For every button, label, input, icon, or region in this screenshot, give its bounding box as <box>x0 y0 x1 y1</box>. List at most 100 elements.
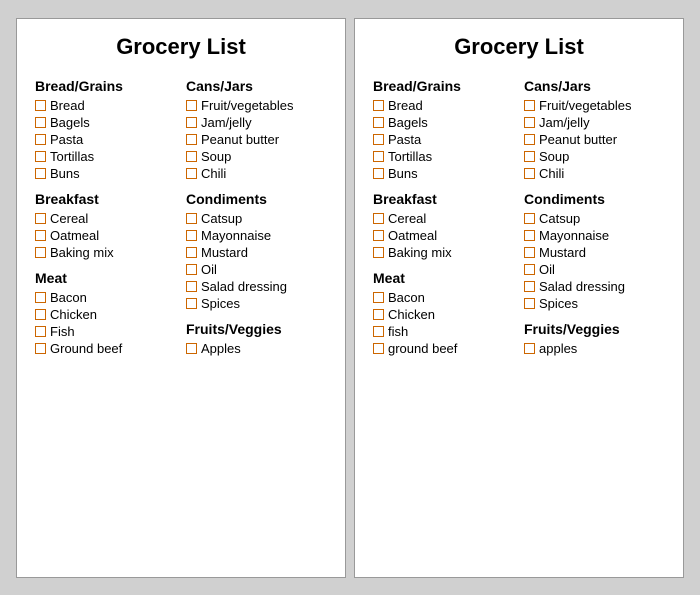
checkbox-icon[interactable] <box>524 343 535 354</box>
checkbox-icon[interactable] <box>186 168 197 179</box>
list-item[interactable]: Chicken <box>35 307 176 322</box>
checkbox-icon[interactable] <box>35 100 46 111</box>
checkbox-icon[interactable] <box>35 247 46 258</box>
list-item[interactable]: Soup <box>524 149 665 164</box>
checkbox-icon[interactable] <box>373 343 384 354</box>
list-item[interactable]: Chicken <box>373 307 514 322</box>
list-item[interactable]: Baking mix <box>373 245 514 260</box>
checkbox-icon[interactable] <box>524 213 535 224</box>
list-item[interactable]: Mustard <box>524 245 665 260</box>
checkbox-icon[interactable] <box>35 326 46 337</box>
checkbox-icon[interactable] <box>186 213 197 224</box>
list-item[interactable]: Mustard <box>186 245 327 260</box>
list-item[interactable]: Jam/jelly <box>186 115 327 130</box>
list-item[interactable]: Tortillas <box>35 149 176 164</box>
checkbox-icon[interactable] <box>186 100 197 111</box>
list-item[interactable]: Salad dressing <box>186 279 327 294</box>
checkbox-icon[interactable] <box>524 298 535 309</box>
list-item[interactable]: Oil <box>186 262 327 277</box>
list-item[interactable]: fish <box>373 324 514 339</box>
checkbox-icon[interactable] <box>373 309 384 320</box>
list-item[interactable]: Apples <box>186 341 327 356</box>
checkbox-icon[interactable] <box>524 134 535 145</box>
checkbox-icon[interactable] <box>373 247 384 258</box>
checkbox-icon[interactable] <box>35 343 46 354</box>
list-item[interactable]: Oatmeal <box>35 228 176 243</box>
list-item[interactable]: Cereal <box>373 211 514 226</box>
list-item[interactable]: Catsup <box>186 211 327 226</box>
checkbox-icon[interactable] <box>186 343 197 354</box>
list-item[interactable]: Oatmeal <box>373 228 514 243</box>
list-item[interactable]: Buns <box>373 166 514 181</box>
list-item[interactable]: Baking mix <box>35 245 176 260</box>
checkbox-icon[interactable] <box>524 247 535 258</box>
checkbox-icon[interactable] <box>186 264 197 275</box>
checkbox-icon[interactable] <box>186 298 197 309</box>
checkbox-icon[interactable] <box>35 230 46 241</box>
checkbox-icon[interactable] <box>35 151 46 162</box>
list-item[interactable]: Spices <box>186 296 327 311</box>
checkbox-icon[interactable] <box>524 100 535 111</box>
checkbox-icon[interactable] <box>373 292 384 303</box>
section-header: Breakfast <box>35 191 176 207</box>
list-item[interactable]: apples <box>524 341 665 356</box>
list-item[interactable]: Pasta <box>35 132 176 147</box>
checkbox-icon[interactable] <box>373 326 384 337</box>
checkbox-icon[interactable] <box>373 100 384 111</box>
checkbox-icon[interactable] <box>524 117 535 128</box>
list-item[interactable]: Fruit/vegetables <box>524 98 665 113</box>
list-item[interactable]: Jam/jelly <box>524 115 665 130</box>
checkbox-icon[interactable] <box>35 213 46 224</box>
list-item[interactable]: Bagels <box>373 115 514 130</box>
section-header: Cans/Jars <box>186 78 327 94</box>
list-item[interactable]: Peanut butter <box>524 132 665 147</box>
checkbox-icon[interactable] <box>35 292 46 303</box>
checkbox-icon[interactable] <box>373 151 384 162</box>
checkbox-icon[interactable] <box>373 168 384 179</box>
list-item[interactable]: Cereal <box>35 211 176 226</box>
list-item[interactable]: Pasta <box>373 132 514 147</box>
list-item[interactable]: ground beef <box>373 341 514 356</box>
checkbox-icon[interactable] <box>373 230 384 241</box>
list-item[interactable]: Bread <box>35 98 176 113</box>
list-item[interactable]: Fruit/vegetables <box>186 98 327 113</box>
list-item[interactable]: Chili <box>524 166 665 181</box>
list-item[interactable]: Mayonnaise <box>186 228 327 243</box>
checkbox-icon[interactable] <box>186 151 197 162</box>
checkbox-icon[interactable] <box>373 134 384 145</box>
list-item[interactable]: Bacon <box>373 290 514 305</box>
list-item[interactable]: Catsup <box>524 211 665 226</box>
list-item[interactable]: Spices <box>524 296 665 311</box>
list-item[interactable]: Buns <box>35 166 176 181</box>
list-item[interactable]: Salad dressing <box>524 279 665 294</box>
checkbox-icon[interactable] <box>186 230 197 241</box>
checkbox-icon[interactable] <box>524 230 535 241</box>
list-item[interactable]: Ground beef <box>35 341 176 356</box>
list-item[interactable]: Chili <box>186 166 327 181</box>
checkbox-icon[interactable] <box>524 264 535 275</box>
checkbox-icon[interactable] <box>186 134 197 145</box>
list-item[interactable]: Soup <box>186 149 327 164</box>
list-item[interactable]: Bread <box>373 98 514 113</box>
list-item[interactable]: Peanut butter <box>186 132 327 147</box>
item-label: Bagels <box>50 115 90 130</box>
checkbox-icon[interactable] <box>35 309 46 320</box>
checkbox-icon[interactable] <box>524 281 535 292</box>
checkbox-icon[interactable] <box>35 134 46 145</box>
checkbox-icon[interactable] <box>186 281 197 292</box>
item-label: Jam/jelly <box>539 115 590 130</box>
checkbox-icon[interactable] <box>524 168 535 179</box>
checkbox-icon[interactable] <box>373 117 384 128</box>
list-item[interactable]: Fish <box>35 324 176 339</box>
checkbox-icon[interactable] <box>35 168 46 179</box>
checkbox-icon[interactable] <box>373 213 384 224</box>
list-item[interactable]: Bagels <box>35 115 176 130</box>
checkbox-icon[interactable] <box>186 117 197 128</box>
list-item[interactable]: Tortillas <box>373 149 514 164</box>
checkbox-icon[interactable] <box>186 247 197 258</box>
checkbox-icon[interactable] <box>35 117 46 128</box>
list-item[interactable]: Bacon <box>35 290 176 305</box>
list-item[interactable]: Mayonnaise <box>524 228 665 243</box>
list-item[interactable]: Oil <box>524 262 665 277</box>
checkbox-icon[interactable] <box>524 151 535 162</box>
